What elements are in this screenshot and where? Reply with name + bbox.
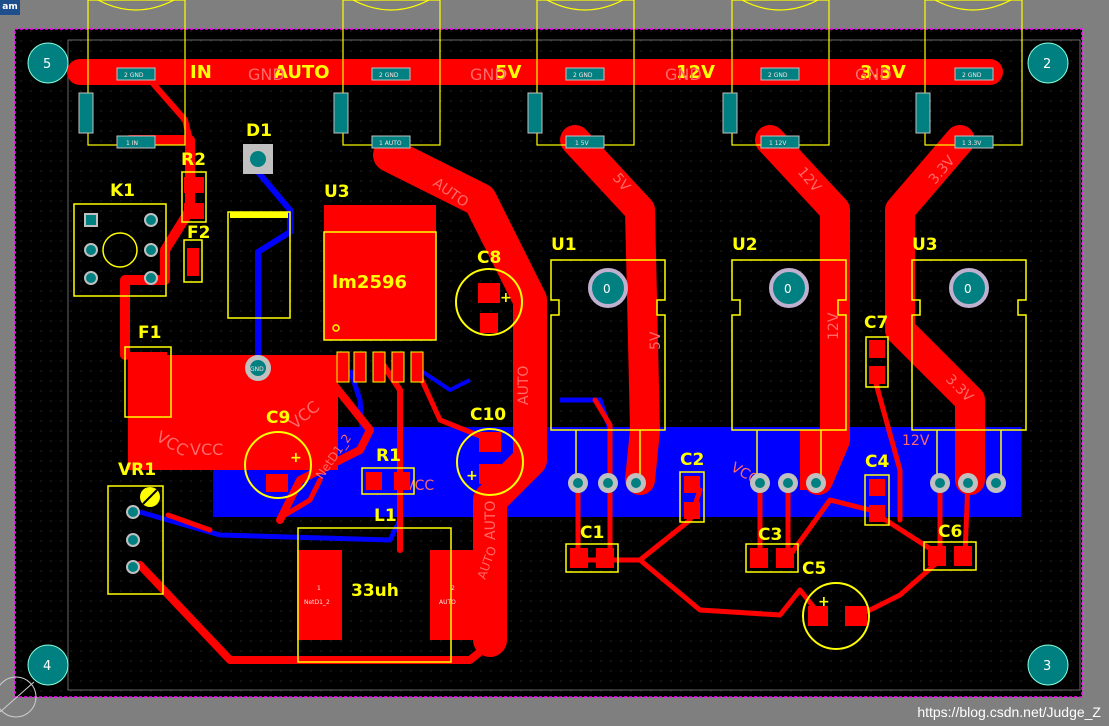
- refdes-f2: F2: [187, 223, 210, 243]
- svg-text:+: +: [466, 468, 478, 484]
- refdes-k1: K1: [110, 181, 135, 201]
- refdes-r1: R1: [376, 446, 401, 466]
- refdes-d1: D1: [246, 121, 272, 141]
- net-label-vcc-1: VCC: [190, 440, 223, 459]
- net-label-auto-2: AUTO: [516, 366, 532, 405]
- inductor-value: 33uh: [351, 581, 399, 601]
- refdes-u2: U2: [732, 235, 758, 255]
- l1-pad1-number: 1: [317, 585, 321, 592]
- net-label-5v-2: 5V: [648, 331, 664, 350]
- refdes-c7: C7: [864, 313, 888, 333]
- refdes-u3-reg: U3: [912, 235, 938, 255]
- net-label-auto-3: AUTO: [483, 501, 499, 540]
- refdes-f1: F1: [138, 323, 161, 343]
- pad-top-4: 2 GND: [768, 72, 788, 79]
- refdes-c6: C6: [938, 522, 962, 542]
- refdes-r2: R2: [181, 150, 206, 170]
- svg-text:+: +: [818, 594, 830, 610]
- refdes-c4: C4: [865, 452, 889, 472]
- pad-top-2: 2 GND: [379, 72, 399, 79]
- refdes-l1: L1: [374, 506, 397, 526]
- pad-bottom-4: 1 12V: [769, 140, 787, 147]
- l1-pad2-net: AUTO: [439, 599, 456, 606]
- refdes-c5: C5: [802, 559, 826, 579]
- header-label-in: IN: [190, 62, 212, 83]
- refdes-c10: C10: [470, 405, 506, 425]
- pad-top-1: 2 GND: [124, 72, 144, 79]
- refdes-u3-main: U3: [324, 182, 350, 202]
- refdes-c9: C9: [266, 408, 290, 428]
- pad-bottom-1: 1 IN: [126, 140, 138, 147]
- gnd-label-4: GND: [855, 65, 892, 84]
- svg-text:+: +: [290, 450, 302, 466]
- l1-pad1-net: NetD1_2: [304, 599, 330, 606]
- pad-bottom-5: 1 3.3V: [962, 140, 982, 147]
- hole-label-4: 4: [43, 659, 51, 674]
- watermark: https://blog.csdn.net/Judge_Z: [917, 704, 1101, 720]
- net-label-12v-3: 12V: [902, 433, 930, 449]
- pad-bottom-3: 1 5V: [575, 140, 590, 147]
- l1-pad-1: [297, 550, 342, 640]
- net-label-gnd-d1: GND: [250, 366, 264, 373]
- refdes-vr1: VR1: [118, 460, 156, 480]
- hole-label-2: 2: [1043, 57, 1051, 72]
- u3-hole-label: 0: [964, 282, 972, 296]
- part-label-lm2596: lm2596: [332, 272, 407, 293]
- net-label-12v-2: 12V: [826, 312, 842, 340]
- u2-hole-label: 0: [784, 282, 792, 296]
- pad-bottom-2: 1 AUTO: [379, 140, 402, 147]
- gnd-label-3: GND: [665, 65, 702, 84]
- pad-top-5: 2 GND: [962, 72, 982, 79]
- u1-hole-label: 0: [603, 282, 611, 296]
- refdes-c8: C8: [477, 248, 501, 268]
- l1-pad2-number: 2: [451, 585, 455, 592]
- hole-label-3: 3: [1043, 659, 1051, 674]
- gnd-label-1: GND: [248, 65, 285, 84]
- refdes-c1: C1: [580, 523, 604, 543]
- refdes-c3: C3: [758, 525, 782, 545]
- svg-text:+: +: [500, 290, 512, 306]
- hole-label-5: 5: [43, 57, 51, 72]
- l1-pad-2: [430, 550, 475, 640]
- gnd-label-2: GND: [470, 65, 507, 84]
- pcb-canvas[interactable]: AUTO 5V 12V 3.3V AUTO AUTO 5V 12V 3.3V 1…: [0, 0, 1109, 726]
- refdes-u1: U1: [551, 235, 577, 255]
- refdes-c2: C2: [680, 450, 704, 470]
- pad-top-3: 2 GND: [573, 72, 593, 79]
